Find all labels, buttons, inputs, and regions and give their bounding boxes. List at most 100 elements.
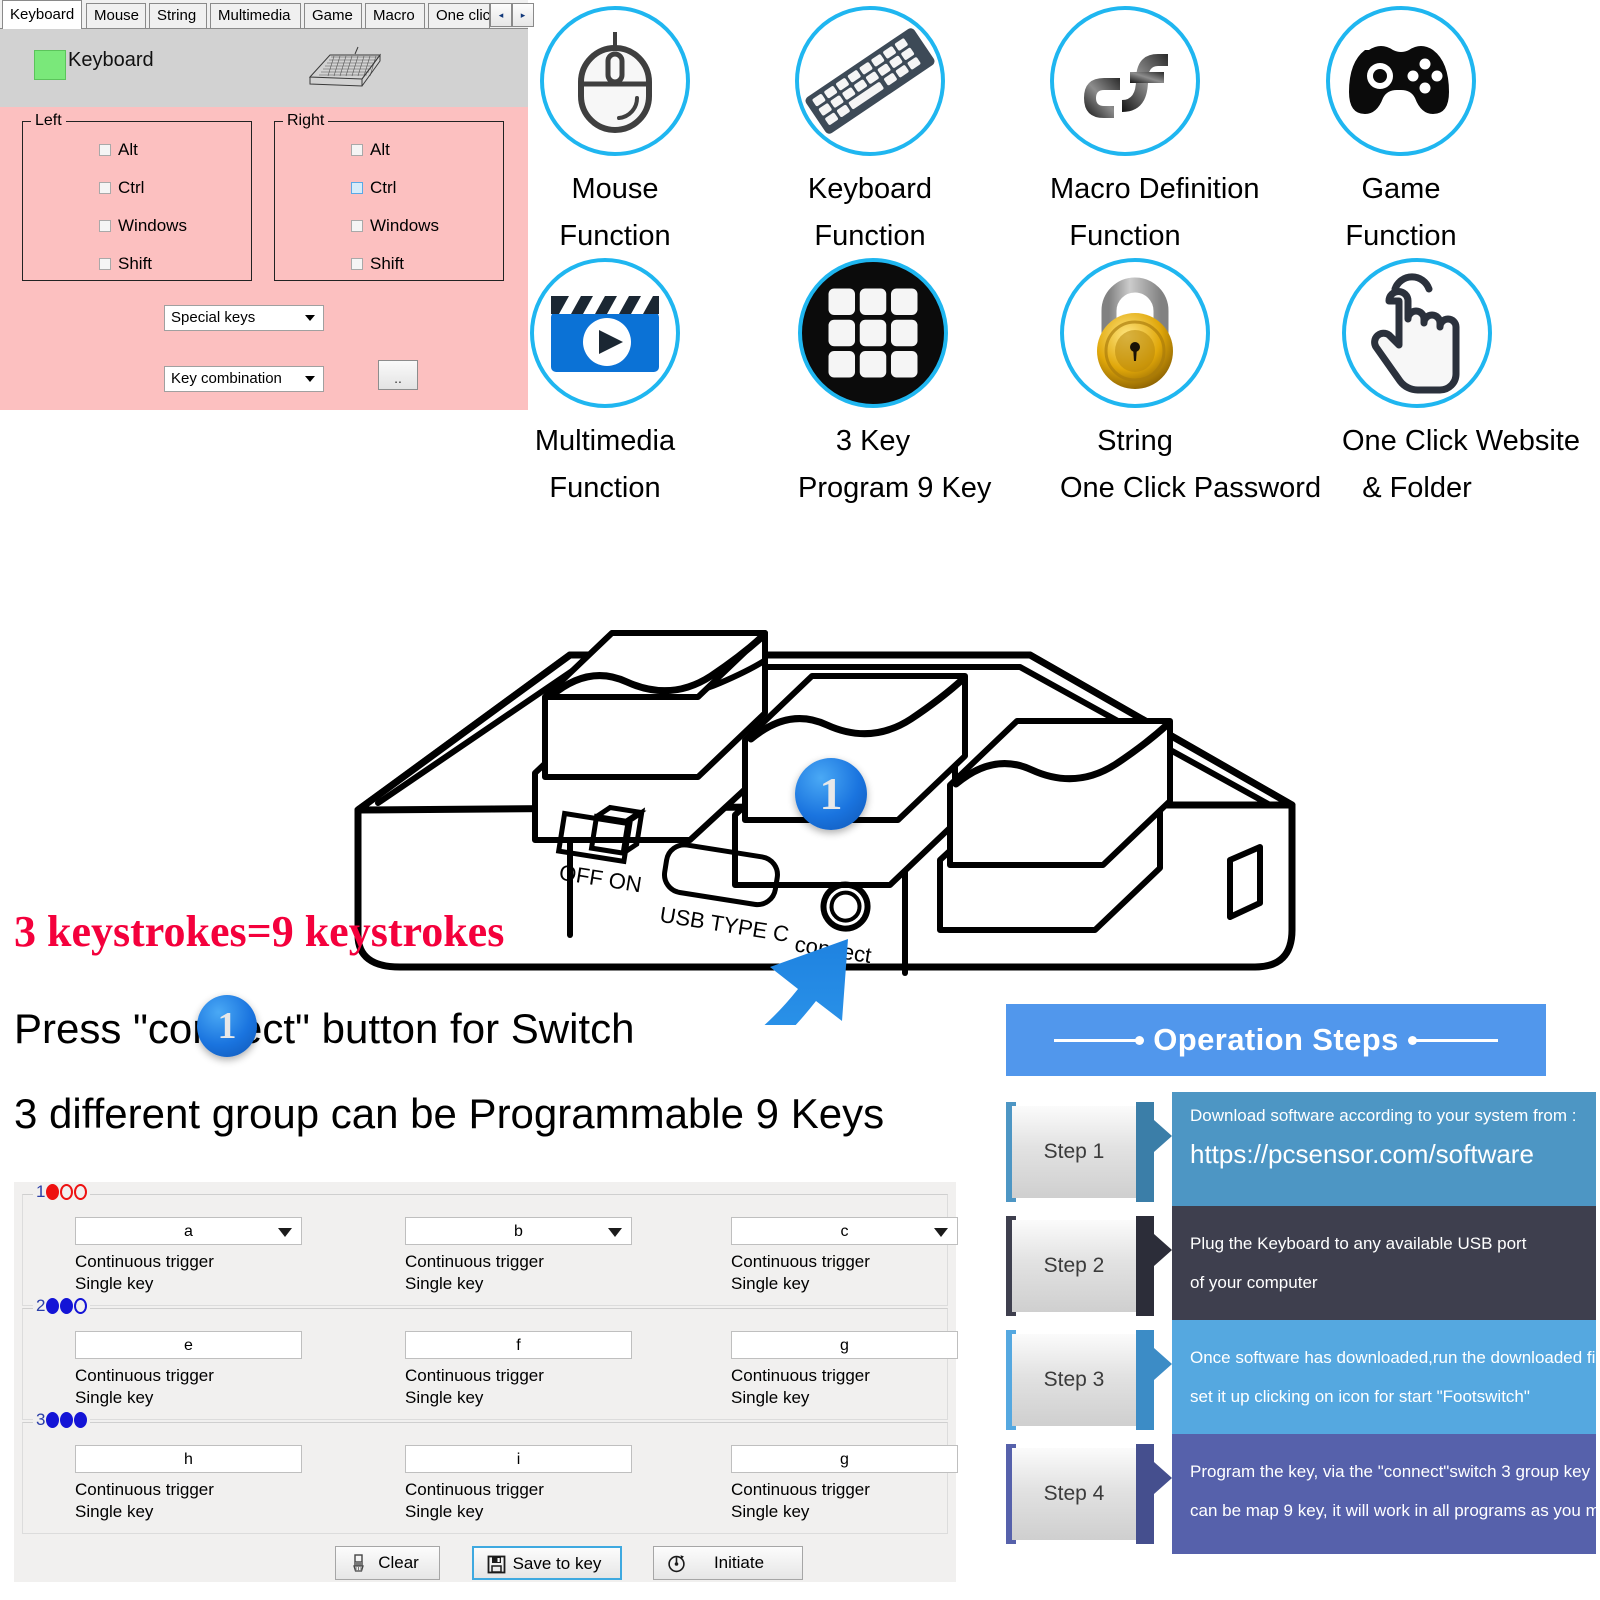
banner-rule-right <box>1407 1035 1498 1045</box>
checkbox-box-icon <box>99 220 111 232</box>
keyboard-icon <box>795 6 945 156</box>
feature-caption: Multimedia Function <box>534 425 676 504</box>
key-mapping-panel: 1 a Continuous trigger Single key b Conti… <box>14 1182 958 1582</box>
key-value: e <box>184 1337 193 1354</box>
key-group-3: 3 h Continuous trigger Single key i Conti… <box>22 1410 958 1534</box>
checkbox-box-icon <box>99 182 111 194</box>
key-value: h <box>184 1451 193 1468</box>
key-select-g3-k1[interactable]: h <box>75 1445 302 1473</box>
step-4-line1: Program the key, via the "connect"switch… <box>1190 1462 1591 1481</box>
key-select-g1-k2[interactable]: b <box>405 1217 632 1245</box>
step-3-body: Once software has downloaded,run the dow… <box>1172 1320 1600 1440</box>
browse-button[interactable]: .. <box>378 360 418 390</box>
checkbox-right-alt[interactable]: Alt <box>351 140 390 160</box>
checkbox-right-shift[interactable]: Shift <box>351 254 404 274</box>
checkbox-label: Shift <box>370 254 405 273</box>
checkbox-right-windows[interactable]: Windows <box>351 216 439 236</box>
indicator-dot-filled <box>46 1298 60 1314</box>
key-select-g3-k3[interactable]: g <box>731 1445 958 1473</box>
checkbox-box-icon <box>351 220 363 232</box>
feature-mouse-function[interactable]: Mouse Function <box>540 6 690 260</box>
indicator-dot-empty <box>74 1184 88 1200</box>
checkbox-left-ctrl[interactable]: Ctrl <box>99 178 144 198</box>
macro-script-icon <box>1050 6 1200 156</box>
brush-icon <box>353 1554 364 1572</box>
feature-one-click-website-folder[interactable]: One Click Website & Folder <box>1342 258 1580 512</box>
tab-keyboard[interactable]: Keyboard <box>2 0 82 29</box>
key-select-g3-k2[interactable]: i <box>405 1445 632 1473</box>
tab-string[interactable]: String <box>149 3 207 28</box>
operation-steps-banner: Operation Steps <box>1006 1004 1546 1076</box>
right-modifiers-group: Right Alt Ctrl Windows Shift <box>274 112 504 281</box>
reset-clock-icon <box>668 1555 685 1573</box>
panel-header: Keyboard <box>0 29 528 107</box>
key-group-2-legend: 2 <box>33 1296 91 1316</box>
step-1-body: Download software according to your syst… <box>1172 1092 1596 1212</box>
key-desc-g1-k1: Continuous trigger Single key <box>75 1252 214 1294</box>
checkbox-box-icon <box>351 258 363 270</box>
tab-scroll-next-button[interactable]: ▸ <box>512 3 534 27</box>
checkbox-left-alt[interactable]: Alt <box>99 140 138 160</box>
gamepad-icon <box>1326 6 1476 156</box>
right-group-title: Right <box>283 112 329 130</box>
key-select-g2-k2[interactable]: f <box>405 1331 632 1359</box>
step-1-url: https://pcsensor.com/software <box>1190 1138 1534 1169</box>
feature-macro-definition-function[interactable]: Macro Definition Function <box>1050 6 1260 260</box>
feature-caption: Mouse Function <box>559 173 671 252</box>
feature-caption: 3 Key Program 9 Key <box>798 425 992 504</box>
tab-one-click[interactable]: One clic <box>428 3 490 28</box>
key-value: g <box>840 1451 849 1468</box>
tab-macro[interactable]: Macro <box>365 3 425 28</box>
key-select-g1-k3[interactable]: c <box>731 1217 958 1245</box>
step-2-line2: of your computer <box>1190 1272 1318 1292</box>
tab-game[interactable]: Game <box>304 3 362 28</box>
key-select-g2-k1[interactable]: e <box>75 1331 302 1359</box>
key-desc-g2-k1: Continuous trigger Single key <box>75 1366 214 1408</box>
chevron-down-icon <box>934 1228 948 1237</box>
left-modifiers-group: Left Alt Ctrl Windows Shift <box>22 112 252 281</box>
checkbox-left-shift[interactable]: Shift <box>99 254 152 274</box>
group-number: 3 <box>36 1410 46 1429</box>
feature-string-one-click-password[interactable]: String One Click Password <box>1060 258 1321 512</box>
tab-mouse[interactable]: Mouse <box>86 3 146 28</box>
save-to-key-button[interactable]: Save to key <box>472 1546 622 1580</box>
key-combination-dropdown[interactable]: Key combination <box>164 366 324 392</box>
step-2-line1: Plug the Keyboard to any available USB p… <box>1190 1234 1527 1253</box>
feature-keyboard-function[interactable]: Keyboard Function <box>795 6 945 260</box>
feature-game-function[interactable]: Game Function <box>1326 6 1476 260</box>
keyboard-settings-area: Left Alt Ctrl Windows Shift Right Alt Ct… <box>0 107 528 410</box>
special-keys-dropdown[interactable]: Special keys <box>164 305 324 331</box>
indicator-dot-filled <box>46 1412 60 1428</box>
left-group-title: Left <box>31 112 66 130</box>
mouse-icon <box>540 6 690 156</box>
feature-3-key-program-9-key[interactable]: 3 Key Program 9 Key <box>798 258 992 512</box>
step-2-body: Plug the Keyboard to any available USB p… <box>1172 1206 1596 1326</box>
key-select-g2-k3[interactable]: g <box>731 1331 958 1359</box>
key-group-2: 2 e Continuous trigger Single key f Conti… <box>22 1296 958 1420</box>
checkbox-label: Alt <box>118 140 138 159</box>
special-keys-value: Special keys <box>171 309 256 326</box>
checkbox-label: Windows <box>118 216 187 235</box>
headline-keystrokes: 3 keystrokes=9 keystrokes <box>14 907 505 956</box>
clear-button[interactable]: Clear <box>335 1546 440 1580</box>
key-group-3-legend: 3 <box>33 1410 91 1430</box>
checkbox-left-windows[interactable]: Windows <box>99 216 187 236</box>
key-desc-g3-k3: Continuous trigger Single key <box>731 1480 870 1522</box>
group-number: 1 <box>36 1182 46 1201</box>
banner-rule-left <box>1054 1035 1145 1045</box>
key-desc-g1-k2: Continuous trigger Single key <box>405 1252 544 1294</box>
tab-multimedia[interactable]: Multimedia <box>210 3 301 28</box>
checkbox-label: Windows <box>370 216 439 235</box>
checkbox-right-ctrl[interactable]: Ctrl <box>351 178 396 198</box>
key-select-g1-k1[interactable]: a <box>75 1217 302 1245</box>
feature-multimedia-function[interactable]: Multimedia Function <box>530 258 680 512</box>
checkbox-box-icon <box>351 144 363 156</box>
key-value: b <box>514 1223 523 1240</box>
key-group-1: 1 a Continuous trigger Single key b Conti… <box>22 1182 958 1306</box>
tab-scroll-prev-button[interactable]: ◂ <box>490 3 512 27</box>
checkbox-label: Shift <box>118 254 153 273</box>
initiate-button[interactable]: Initiate <box>653 1546 803 1580</box>
operation-steps-section: Operation Steps Step 1 Download software… <box>1006 1004 1600 1600</box>
feature-caption: Keyboard Function <box>807 173 933 252</box>
checkbox-box-icon <box>351 182 363 194</box>
